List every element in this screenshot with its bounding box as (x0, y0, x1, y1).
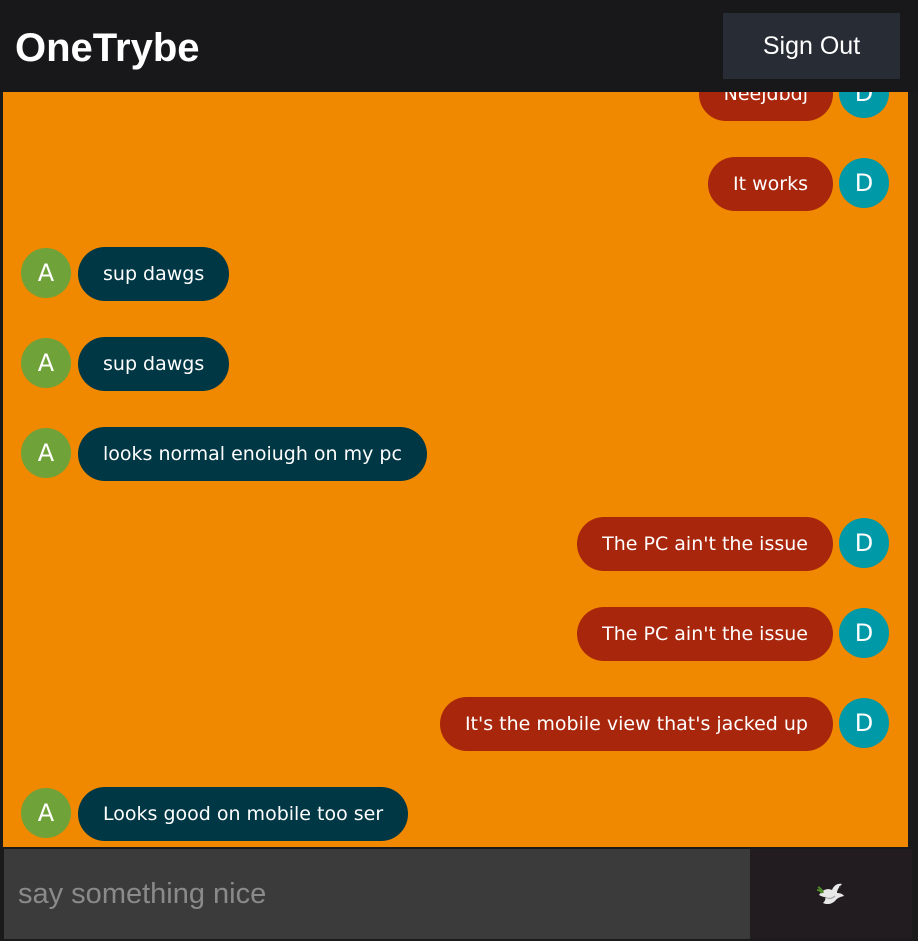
message-row: sup dawgs A (3, 337, 908, 393)
message-bubble: sup dawgs (78, 247, 230, 301)
send-button[interactable] (750, 849, 912, 939)
app-title: OneTrybe (15, 26, 200, 70)
message-bubble: The PC ain't the issue (577, 517, 833, 571)
message-bubble: Looks good on mobile too ser (78, 787, 409, 841)
message-composer (0, 847, 918, 941)
avatar: A (21, 248, 71, 298)
avatar: D (839, 698, 889, 748)
message-input[interactable] (4, 849, 750, 939)
message-bubble: It's the mobile view that's jacked up (439, 697, 833, 751)
chat-app: OneTrybe Sign Out Neejdbdj D It works Dsup … (0, 0, 918, 941)
message-bubble: looks normal enoiugh on my pc (78, 427, 427, 481)
avatar: D (839, 158, 889, 208)
dove-icon (816, 883, 844, 905)
avatar: D (839, 518, 889, 568)
message-row: It works D (3, 157, 908, 213)
message-row: Neejdbdj D (3, 92, 908, 123)
avatar: D (839, 608, 889, 658)
scrollbar[interactable] (908, 92, 918, 847)
message-row: It's the mobile view that's jacked up D (3, 697, 908, 753)
message-row: The PC ain't the issue D (3, 517, 908, 573)
message-bubble: It works (708, 157, 833, 211)
message-bubble: sup dawgs (78, 337, 230, 391)
sign-out-button[interactable]: Sign Out (723, 13, 900, 79)
avatar: D (839, 92, 889, 118)
message-bubble: The PC ain't the issue (577, 607, 833, 661)
app-header: OneTrybe Sign Out (0, 0, 918, 92)
message-row: sup dawgs A (3, 247, 908, 303)
message-bubble: Neejdbdj (698, 92, 833, 121)
avatar: A (21, 338, 71, 388)
avatar: A (21, 428, 71, 478)
message-row: looks normal enoiugh on my pc A (3, 427, 908, 483)
avatar: A (21, 788, 71, 838)
message-list[interactable]: Neejdbdj D It works Dsup dawgs Asup dawgs Alo… (3, 92, 908, 847)
message-row: The PC ain't the issue D (3, 607, 908, 663)
message-row: Looks good on mobile too ser A (3, 787, 908, 843)
